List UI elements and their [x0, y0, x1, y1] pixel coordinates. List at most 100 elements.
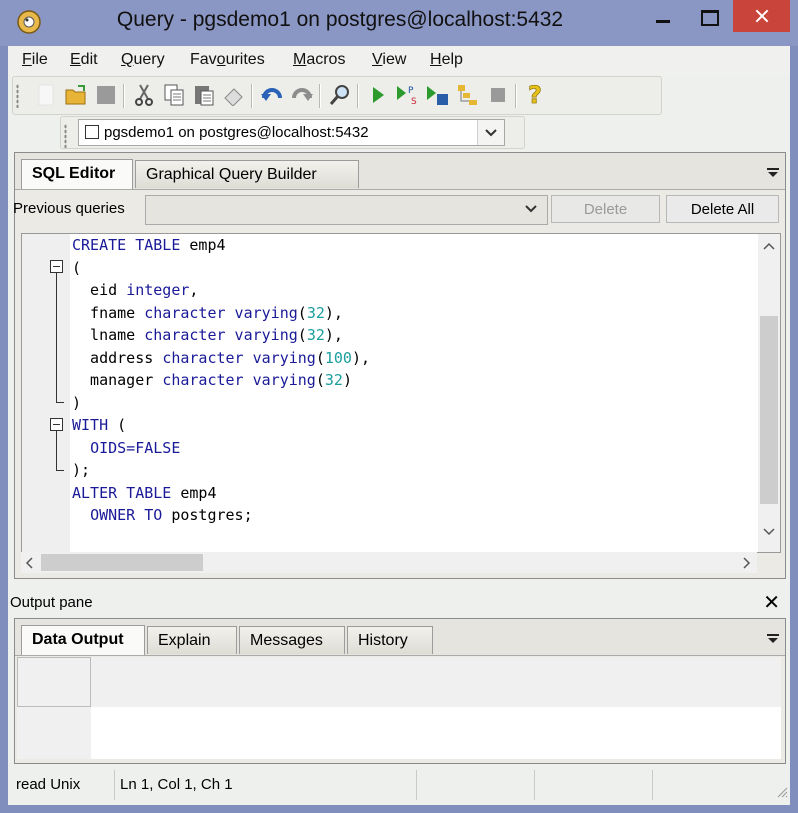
title-bar: Query - pgsdemo1 on postgres@localhost:5… — [0, 0, 798, 46]
code-line: ) — [72, 394, 82, 412]
tab-data-output[interactable]: Data Output — [21, 625, 145, 655]
sql-code-editor[interactable]: CREATE TABLE emp4 ( eid integer, fname c… — [21, 233, 781, 553]
fold-guide — [56, 272, 57, 402]
status-cell — [652, 770, 770, 800]
chevron-down-icon[interactable] — [523, 202, 539, 219]
editor-vertical-scrollbar[interactable] — [758, 234, 780, 552]
delete-all-button[interactable]: Delete All — [666, 195, 779, 223]
status-mode: read Unix — [16, 770, 115, 800]
code-line: ( — [72, 259, 82, 277]
minimize-button[interactable] — [640, 0, 686, 32]
close-icon[interactable]: ✕ — [763, 590, 780, 615]
window-title: Query - pgsdemo1 on postgres@localhost:5… — [116, 8, 564, 31]
previous-queries-row: Previous queries Delete Delete All — [13, 193, 785, 225]
code-line: manager character varying(32) — [72, 371, 352, 389]
chevron-down-icon[interactable] — [477, 120, 504, 145]
explain-icon[interactable]: PS — [395, 82, 421, 108]
output-pane-title: Output pane — [10, 594, 93, 611]
code-line: OIDS=FALSE — [90, 439, 181, 457]
menu-query[interactable]: Query — [121, 51, 165, 69]
connection-checkbox[interactable] — [85, 125, 99, 139]
close-button[interactable] — [733, 0, 790, 32]
connection-select[interactable]: pgsdemo1 on postgres@localhost:5432 — [78, 119, 505, 146]
connection-label: pgsdemo1 on postgres@localhost:5432 — [104, 124, 369, 141]
stop-icon[interactable] — [485, 82, 511, 108]
tab-messages[interactable]: Messages — [239, 626, 345, 654]
previous-queries-select[interactable] — [145, 195, 548, 225]
previous-queries-label: Previous queries — [13, 200, 125, 217]
clear-icon[interactable] — [221, 82, 247, 108]
delete-button[interactable]: Delete — [551, 195, 660, 223]
open-folder-icon[interactable] — [63, 82, 89, 108]
scroll-left-icon — [25, 557, 33, 569]
scrollbar-thumb[interactable] — [760, 316, 778, 504]
menu-help[interactable]: Help — [430, 51, 463, 69]
code-line: lname character varying(32), — [72, 326, 343, 344]
menu-favourites[interactable]: Favourites — [190, 51, 265, 69]
copy-icon[interactable] — [161, 82, 187, 108]
find-icon[interactable] — [327, 82, 353, 108]
status-position: Ln 1, Col 1, Ch 1 — [120, 770, 417, 800]
code-line: ); — [72, 461, 91, 479]
editor-tab-strip: SQL Editor Graphical Query Builder — [15, 153, 785, 190]
status-cell — [534, 770, 653, 800]
main-toolbar: PS ? — [12, 76, 662, 115]
output-pane: Data Output Explain Messages History — [14, 618, 786, 764]
menu-macros[interactable]: Macros — [293, 51, 345, 69]
toolbar-separator — [123, 84, 125, 108]
tab-history[interactable]: History — [347, 626, 433, 654]
code-line: WITH ( — [72, 416, 127, 434]
code-line: OWNER TO postgres; — [90, 506, 253, 524]
tab-graphical-query-builder[interactable]: Graphical Query Builder — [135, 160, 359, 188]
help-icon[interactable]: ? — [523, 82, 549, 108]
code-line: eid integer, — [72, 281, 199, 299]
code-line: fname character varying(32), — [72, 304, 343, 322]
toolbar-separator — [319, 84, 321, 108]
grid-row-header — [17, 707, 91, 759]
toolbar-grip[interactable] — [16, 84, 19, 108]
editor-horizontal-scrollbar[interactable] — [21, 552, 757, 573]
tab-list-menu-icon[interactable] — [767, 167, 779, 181]
menu-view[interactable]: View — [372, 51, 406, 69]
menu-file[interactable]: File — [22, 51, 48, 69]
cut-icon[interactable] — [131, 82, 157, 108]
code-line: CREATE TABLE emp4 — [72, 236, 226, 254]
fold-guide — [56, 470, 64, 471]
fold-guide — [56, 430, 57, 470]
execute-to-file-icon[interactable] — [425, 82, 451, 108]
menu-bar: File Edit Query Favourites Macros View H… — [8, 46, 790, 75]
undo-icon[interactable] — [259, 82, 285, 108]
app-window: Query - pgsdemo1 on postgres@localhost:5… — [0, 0, 798, 813]
output-pane-header: Output pane ✕ — [8, 588, 790, 618]
new-file-icon[interactable] — [33, 82, 59, 108]
toolbar-grip[interactable] — [64, 124, 67, 148]
fold-guide — [56, 402, 64, 403]
save-icon[interactable] — [93, 82, 119, 108]
code-line: address character varying(100), — [72, 349, 371, 367]
redo-icon[interactable] — [289, 82, 315, 108]
tab-explain[interactable]: Explain — [147, 626, 237, 654]
output-tab-strip: Data Output Explain Messages History — [15, 619, 785, 656]
connection-toolbar: pgsdemo1 on postgres@localhost:5432 — [60, 116, 525, 149]
explain-options-icon[interactable] — [455, 82, 481, 108]
code-line: ALTER TABLE emp4 — [72, 484, 217, 502]
tab-sql-editor[interactable]: SQL Editor — [21, 159, 133, 189]
resize-grip-icon[interactable] — [776, 786, 788, 798]
toolbar-separator — [357, 84, 359, 108]
svg-text:P: P — [408, 86, 414, 96]
scroll-up-icon — [763, 242, 775, 250]
grid-corner-cell[interactable] — [17, 657, 91, 707]
maximize-button[interactable] — [686, 0, 732, 32]
grid-column-header — [91, 657, 781, 707]
paste-icon[interactable] — [191, 82, 217, 108]
menu-edit[interactable]: Edit — [70, 51, 98, 69]
scrollbar-thumb[interactable] — [41, 554, 203, 571]
status-cell — [416, 770, 535, 800]
scroll-right-icon — [743, 557, 751, 569]
data-output-grid[interactable] — [17, 657, 781, 759]
toolbar-separator — [515, 84, 517, 108]
sql-editor-panel: SQL Editor Graphical Query Builder Previ… — [13, 152, 786, 579]
execute-icon[interactable] — [365, 82, 391, 108]
tab-list-menu-icon[interactable] — [767, 633, 779, 647]
status-bar: read Unix Ln 1, Col 1, Ch 1 — [12, 768, 790, 802]
